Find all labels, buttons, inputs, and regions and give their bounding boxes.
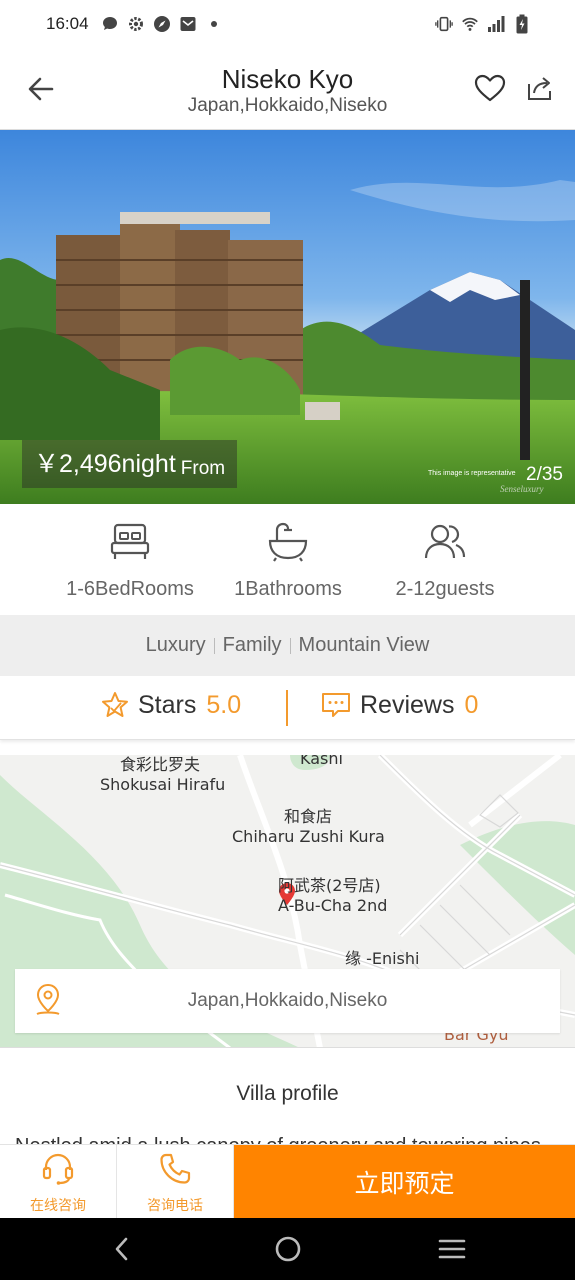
price-suffix: From [180, 458, 226, 479]
map-label-chiharu-cn: 和食店 [284, 807, 333, 826]
mail-icon [179, 15, 197, 33]
villa-profile-section: Villa profile Nestled amid a lush canopy… [0, 1062, 575, 1152]
map-label-abucha-en: A-Bu-Cha 2nd [278, 896, 388, 915]
location-map[interactable]: Kashi 食彩比罗夫 Shokusai Hirafu 和食店 Chiharu … [0, 755, 575, 1048]
nav-back-button[interactable] [102, 1232, 142, 1266]
heart-icon [474, 74, 506, 102]
phone-consult-button[interactable]: 咨询电话 [117, 1145, 234, 1219]
signal-icon [487, 15, 505, 33]
map-label-chiharu-en: Chiharu Zushi Kura [232, 827, 385, 846]
tag-mountain-view: Mountain View [298, 634, 430, 656]
top-app-bar: Niseko Kyo Japan,Hokkaido,Niseko [0, 48, 575, 130]
status-notification-icons [101, 15, 223, 33]
reviews-summary[interactable]: Reviews 0 [320, 690, 478, 720]
facility-label: 2-12guests [395, 578, 495, 600]
map-label-shokusai-cn: 食彩比罗夫 [120, 755, 201, 774]
stars-label: Stars [138, 690, 197, 719]
online-consult-button[interactable]: 在线咨询 [0, 1145, 117, 1219]
rating-bar: Stars 5.0 Reviews 0 [0, 676, 575, 740]
menu-lines-icon [438, 1239, 466, 1259]
facility-bathrooms: 1Bathrooms [208, 520, 368, 601]
facility-label: 1Bathrooms [234, 578, 342, 600]
star-icon [102, 692, 128, 717]
status-time: 16:04 [46, 14, 89, 33]
map-label-abucha-cn: 阿武茶(2号店) [278, 876, 381, 895]
tag-family: Family [222, 634, 282, 656]
compass-icon [153, 15, 171, 33]
map-label-kashi: Kashi [300, 755, 343, 768]
settings-icon [127, 15, 145, 33]
address-card[interactable]: Japan,Hokkaido,Niseko [15, 969, 560, 1033]
bed-icon [108, 520, 152, 564]
online-consult-label: 在线咨询 [30, 1198, 86, 1214]
status-system-icons [435, 14, 531, 34]
phone-consult-label: 咨询电话 [147, 1198, 203, 1214]
share-icon [528, 77, 551, 100]
map-label-shokusai-en: Shokusai Hirafu [100, 775, 226, 794]
vibrate-icon [435, 15, 453, 33]
booking-action-bar: 在线咨询 咨询电话 立即预定 [0, 1144, 575, 1219]
stars-value: 5.0 [206, 690, 242, 719]
facilities-row: 1-6BedRooms 1Bathrooms 2-12guests [0, 504, 575, 615]
map-label-enishi: 缘 -Enishi [345, 949, 420, 968]
headset-icon [40, 1151, 76, 1187]
tag-divider [289, 637, 291, 654]
reviews-value: 0 [464, 690, 479, 719]
dot-icon [205, 15, 223, 33]
rating-divider [286, 690, 288, 726]
reviews-label: Reviews [360, 690, 455, 719]
app-screen: 16:04 Niseko Kyo Japan,Hokkaido,Niseko ￥… [0, 0, 575, 1280]
photo-watermark: Senseluxury [500, 484, 544, 494]
villa-profile-title: Villa profile [236, 1082, 339, 1105]
phone-icon [157, 1151, 193, 1187]
villa-photo-carousel[interactable]: ￥2,496night From This image is represent… [0, 130, 575, 504]
system-navigation-bar [0, 1218, 575, 1280]
book-now-button[interactable]: 立即预定 [234, 1145, 575, 1219]
facility-guests: 2-12guests [365, 520, 525, 601]
address-text: Japan,Hokkaido,Niseko [187, 990, 388, 1011]
share-button[interactable] [522, 70, 558, 106]
tag-divider [213, 637, 215, 654]
photo-counter: 2/35 [526, 464, 563, 485]
guests-icon [423, 520, 467, 564]
image-disclaimer: This image is representative [428, 470, 516, 477]
price-amount: ￥2,496night [34, 450, 176, 478]
chevron-left-icon [115, 1237, 128, 1261]
wifi-icon [461, 15, 479, 33]
chat-bubble-icon [101, 15, 119, 33]
nav-home-button[interactable] [268, 1232, 308, 1266]
nav-recents-button[interactable] [432, 1232, 472, 1266]
feature-tags: Luxury Family Mountain View [0, 615, 575, 676]
stars-summary[interactable]: Stars 5.0 [100, 690, 241, 720]
battery-charging-icon [513, 14, 531, 34]
review-comment-icon [322, 693, 350, 717]
facility-bedrooms: 1-6BedRooms [50, 520, 210, 601]
facility-label: 1-6BedRooms [66, 578, 194, 600]
bathtub-icon [266, 520, 310, 564]
favorite-button[interactable] [472, 70, 508, 106]
status-bar: 16:04 [0, 0, 575, 48]
circle-home-icon [275, 1236, 301, 1262]
price-tag: ￥2,496night From [22, 440, 238, 488]
tag-luxury: Luxury [145, 634, 206, 656]
